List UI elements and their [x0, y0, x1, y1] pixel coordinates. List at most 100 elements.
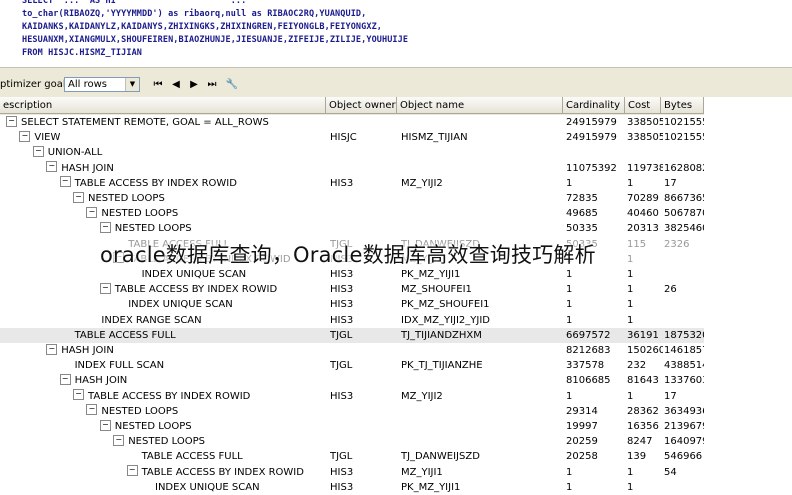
description-text: INDEX FULL SCAN	[74, 360, 165, 372]
cell-object-name	[401, 206, 561, 221]
cell-object-name	[401, 221, 561, 236]
cell-bytes: 4388514	[664, 360, 704, 372]
cell-owner: HIS3	[330, 269, 354, 280]
cell-cardinality: 1	[566, 314, 573, 326]
table-row[interactable]: INDEX UNIQUE SCAN HIS3 PK_MZ_YIJI1 1 1	[0, 267, 704, 282]
cell-owner: TJGL	[330, 360, 353, 372]
cell-cost: 1	[627, 269, 634, 280]
table-row[interactable]: −NESTED LOOPS 50335 20313 3825460	[0, 221, 704, 236]
cell-bytes	[664, 252, 704, 267]
cell-object-name: MZ_YIJI2	[401, 177, 443, 189]
cell-cardinality: 24915979	[566, 132, 617, 144]
col-description-header[interactable]: escription	[0, 97, 326, 114]
cell-cost: 70289	[627, 193, 659, 204]
description-text: TABLE ACCESS BY INDEX ROWID	[74, 177, 237, 189]
collapse-icon[interactable]: −	[99, 282, 111, 294]
cell-description: − UNION-ALL	[0, 145, 358, 160]
table-row[interactable]: INDEX UNIQUE SCAN HIS3 PK_MZ_SHOUFEI1 1 1	[0, 297, 704, 312]
last-icon: ⏭	[207, 79, 217, 90]
collapse-icon[interactable]: −	[99, 419, 111, 431]
table-row[interactable]: −NESTED LOOPS 20259 8247 1640979	[0, 434, 704, 449]
cell-cost: 150260	[627, 345, 663, 356]
sql-line: SELECT ... AS HI ...	[22, 0, 247, 6]
collapse-icon[interactable]: −	[73, 191, 84, 203]
table-row[interactable]: −NESTED LOOPS 29314 28362 3634936	[0, 404, 704, 419]
collapse-icon[interactable]: −	[86, 404, 98, 416]
sql-line: KAIDANKS,KAIDANYLZ,KAIDANYS,ZHIXINGKS,ZH…	[22, 22, 383, 32]
collapse-icon[interactable]: −	[113, 434, 125, 446]
cell-bytes: 1337603	[664, 375, 704, 387]
cell-cardinality: 19997	[566, 421, 598, 432]
cell-bytes: 5067870	[664, 208, 704, 220]
cell-owner: HIS3	[330, 314, 354, 326]
cell-bytes: 1021555	[664, 117, 704, 128]
col-bytes-header[interactable]: Bytes	[661, 97, 704, 114]
next-button[interactable]: ▶	[186, 77, 202, 93]
optimizer-goal-label: ptimizer goal	[0, 79, 66, 90]
collapse-icon[interactable]: −	[73, 389, 84, 401]
collapse-icon[interactable]: −	[46, 343, 58, 355]
cell-object-name	[401, 419, 561, 434]
cell-object-name: MZ_YIJI1	[401, 466, 443, 478]
cell-cost: 115	[627, 238, 647, 250]
wrench-button[interactable]: 🔧	[224, 77, 240, 93]
collapse-icon[interactable]: −	[59, 176, 71, 188]
table-row[interactable]: −HASH JOIN 8212683 1502601461857	[0, 343, 704, 358]
collapse-icon[interactable]: −	[32, 145, 44, 157]
table-row[interactable]: −NESTED LOOPS 49685 40460 5067870	[0, 206, 704, 221]
cell-cost: 28362	[627, 405, 659, 417]
sql-line: HESUANXM,XIANGMULX,SHOUFEIREN,BIAOZHUNJE…	[22, 35, 409, 45]
table-row[interactable]: INDEX FULL SCAN TJGL PK_TJ_TIJIANZHE 337578…	[0, 358, 704, 373]
cell-cardinality: 20258	[566, 451, 598, 463]
cell-owner: HISJC	[330, 132, 357, 144]
cell-owner	[330, 434, 396, 449]
sql-editor[interactable]: SELECT ... AS HI ... to_char(RIBAOZQ,'YYY…	[0, 0, 792, 67]
table-row[interactable]: INDEX RANGE SCAN HIS3 IDX_MZ_YIJI2_YJID 1 1	[0, 313, 704, 328]
table-row[interactable]: INDEX UNIQUE SCAN HIS3 PK_MZ_YIJI1 1 1	[0, 480, 704, 495]
cell-cardinality: 1	[566, 284, 573, 296]
col-name-header[interactable]: Object name	[397, 97, 563, 114]
cell-object-name	[401, 191, 561, 206]
optimizer-goal-select[interactable]: All rows ▼	[64, 77, 140, 92]
sql-line: to_char(RIBAOZQ,'YYYYMMDD') as ribaorq,n…	[22, 9, 367, 19]
table-row[interactable]: TABLE ACCESS FULL TJGL TJ_TIJIANDZHXM 66975…	[0, 327, 704, 343]
table-row[interactable]: − VIEW HISJC HISMZ_TIJIAN 24915979 338505 1021…	[0, 130, 704, 145]
table-row[interactable]: − TABLE ACCESS BY INDEX ROWID HIS3 MZ_YIJI2…	[0, 389, 704, 404]
col-cardinality-header[interactable]: Cardinality	[563, 97, 625, 114]
collapse-icon[interactable]: −	[6, 115, 17, 127]
cell-object-name	[401, 145, 561, 160]
table-row[interactable]: −NESTED LOOPS 19997 16356 2139679	[0, 419, 704, 434]
collapse-icon[interactable]: −	[86, 206, 98, 218]
table-row[interactable]: − TABLE ACCESS BY INDEX ROWID HIS3 MZ_YIJI2…	[0, 176, 704, 191]
cell-cost: 139	[627, 451, 647, 463]
cell-cost: 16356	[627, 421, 659, 432]
cell-cardinality: 8106685	[566, 375, 611, 387]
col-cost-header[interactable]: Cost	[625, 97, 661, 114]
first-button[interactable]: ⏮	[150, 77, 166, 93]
cell-object-name: PK_TJ_TIJIANZHE	[401, 360, 483, 372]
table-row[interactable]: −HASH JOIN 11075392 1197381628082	[0, 161, 704, 176]
collapse-icon[interactable]: −	[126, 465, 138, 477]
prev-button[interactable]: ◀	[168, 77, 184, 93]
table-row[interactable]: − TABLE ACCESS BY INDEX ROWID HIS3 MZ_SHOUF…	[0, 282, 704, 297]
collapse-icon[interactable]: −	[19, 130, 31, 142]
cell-bytes: 1461857	[664, 345, 704, 356]
cell-cardinality: 24915979	[566, 117, 617, 128]
table-row[interactable]: −NESTED LOOPS 72835 70289 8667365	[0, 191, 704, 206]
collapse-icon[interactable]: −	[59, 373, 71, 385]
cell-owner	[330, 373, 396, 388]
table-row[interactable]: − SELECT STATEMENT REMOTE, GOAL = ALL_ROW…	[0, 115, 704, 130]
collapse-icon[interactable]: −	[99, 221, 111, 233]
description-text: TABLE ACCESS BY INDEX ROWID	[114, 284, 278, 296]
cell-cost: 338505	[627, 132, 663, 144]
collapse-icon[interactable]: −	[46, 161, 58, 173]
col-owner-header[interactable]: Object owner	[326, 97, 397, 114]
table-row[interactable]: TABLE ACCESS FULL TJGL TJ_DANWEIJSZD 20258 1…	[0, 449, 704, 464]
table-row[interactable]: −HASH JOIN 8106685 81643 1337603	[0, 373, 704, 388]
table-row[interactable]: − UNION-ALL	[0, 145, 704, 160]
optimizer-goal-value: All rows	[68, 79, 107, 90]
last-button[interactable]: ⏭	[204, 77, 220, 93]
table-row[interactable]: − TABLE ACCESS BY INDEX ROWID HIS3 MZ_YIJI1…	[0, 465, 704, 480]
chevron-down-icon[interactable]: ▼	[125, 78, 139, 91]
cell-cost: 81643	[627, 375, 659, 387]
